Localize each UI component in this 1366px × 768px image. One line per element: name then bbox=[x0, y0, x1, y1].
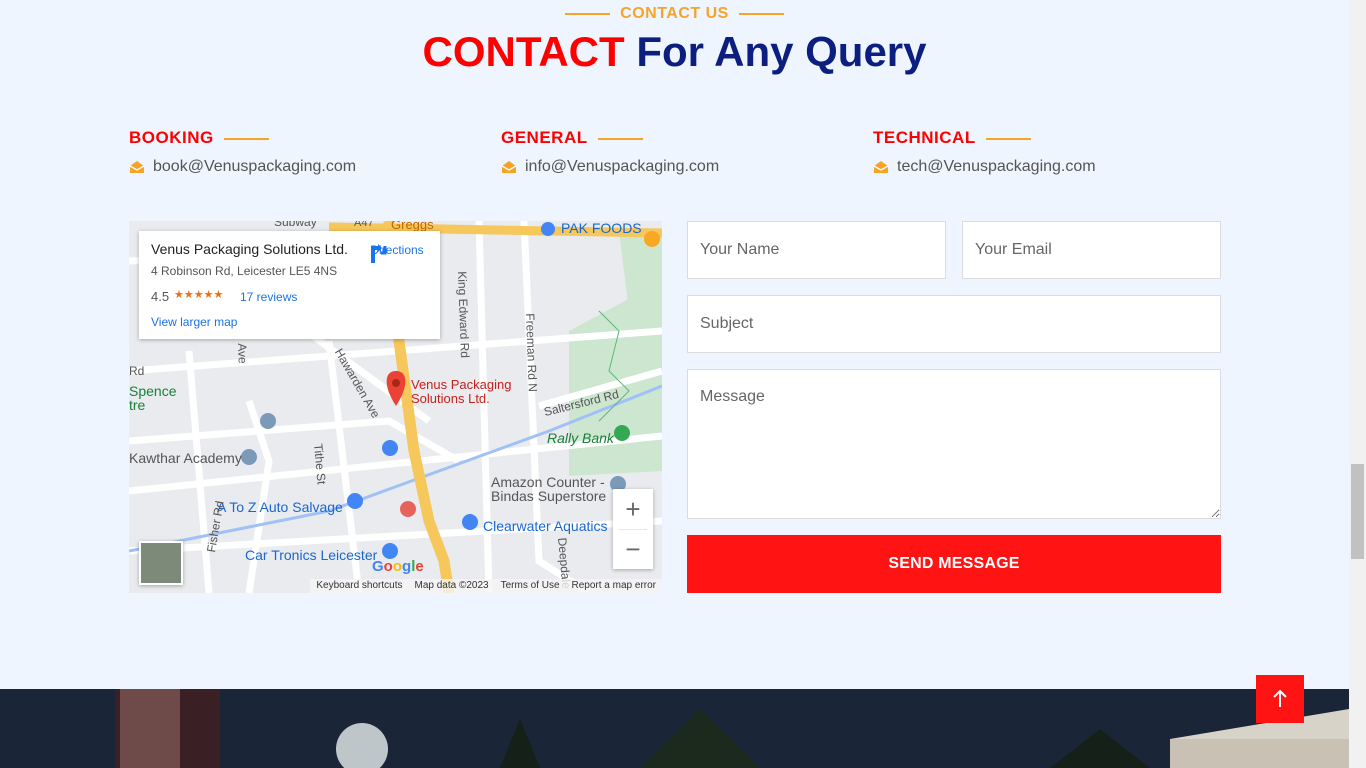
zoom-divider bbox=[619, 529, 647, 530]
place-name: Venus Packaging Solutions Ltd. bbox=[151, 241, 348, 257]
scrollbar-thumb[interactable] bbox=[1351, 464, 1364, 559]
heading-dash bbox=[223, 137, 269, 140]
directions-button[interactable]: Directions bbox=[367, 243, 427, 263]
back-to-top-button[interactable] bbox=[1256, 675, 1304, 723]
view-larger-map-link[interactable]: View larger map bbox=[151, 315, 237, 329]
banner-scene bbox=[0, 689, 1349, 768]
map-label-clearwater: Clearwater Aquatics bbox=[483, 518, 608, 534]
page-scrollbar[interactable] bbox=[1349, 0, 1366, 768]
arrow-up-icon bbox=[1273, 689, 1287, 707]
map-label-rd: Rd bbox=[129, 364, 145, 378]
envelope-open-icon bbox=[129, 161, 145, 173]
send-message-button[interactable]: SEND MESSAGE bbox=[687, 535, 1221, 593]
contact-email[interactable]: info@Venuspackaging.com bbox=[525, 158, 719, 176]
contact-technical: TECHNICAL tech@Venuspackaging.com bbox=[873, 128, 1096, 176]
map-footer: Keyboard shortcuts Map data ©2023 Terms … bbox=[310, 579, 662, 593]
map-place-card: Venus Packaging Solutions Ltd. 4 Robinso… bbox=[139, 231, 440, 339]
map-pin-label-1: Venus Packaging bbox=[411, 377, 512, 392]
email-input[interactable] bbox=[962, 221, 1221, 279]
heading-dash bbox=[597, 137, 643, 140]
report-map-error-link[interactable]: Report a map error bbox=[572, 579, 656, 593]
google-map[interactable]: Subway A47 Greggs PAK FOODS King Edward … bbox=[129, 221, 662, 593]
message-textarea[interactable] bbox=[687, 369, 1221, 519]
contact-heading: TECHNICAL bbox=[873, 128, 976, 147]
map-label-tre: tre bbox=[129, 397, 146, 413]
map-data-text: Map data ©2023 bbox=[414, 580, 489, 591]
map-label-kawthar: Kawthar Academy bbox=[129, 450, 242, 466]
heading-dash bbox=[985, 137, 1031, 140]
eyebrow-text: CONTACT US bbox=[620, 5, 729, 22]
keyboard-shortcuts-link[interactable]: Keyboard shortcuts bbox=[316, 579, 402, 593]
map-label-amazon-2: Bindas Superstore bbox=[491, 488, 607, 504]
eyebrow-line-left bbox=[565, 13, 611, 15]
envelope-open-icon bbox=[873, 161, 889, 173]
satellite-toggle-button[interactable] bbox=[139, 541, 183, 585]
map-label-cartronics: Car Tronics Leicester bbox=[245, 547, 378, 563]
contact-heading: BOOKING bbox=[129, 128, 214, 147]
section-eyebrow: CONTACT US bbox=[0, 5, 1349, 23]
google-logo: Google bbox=[372, 558, 424, 575]
envelope-open-icon bbox=[501, 161, 517, 173]
terms-of-use-link[interactable]: Terms of Use bbox=[501, 579, 560, 593]
map-label-freeman: Freeman Rd N bbox=[523, 313, 540, 393]
contact-email[interactable]: tech@Venuspackaging.com bbox=[897, 158, 1096, 176]
map-label-king-edward: King Edward Rd bbox=[455, 271, 473, 359]
map-label-pak-foods: PAK FOODS bbox=[561, 221, 642, 236]
name-input[interactable] bbox=[687, 221, 946, 279]
map-zoom-control: + − bbox=[613, 489, 653, 569]
footer-banner-image bbox=[0, 689, 1349, 768]
map-label-atoz: A To Z Auto Salvage bbox=[217, 499, 343, 515]
contact-booking: BOOKING book@Venuspackaging.com bbox=[129, 128, 356, 176]
map-pin-label-2: Solutions Ltd. bbox=[411, 391, 490, 406]
zoom-in-button[interactable]: + bbox=[613, 489, 653, 529]
map-label-subway: Subway bbox=[274, 221, 317, 229]
contact-general: GENERAL info@Venuspackaging.com bbox=[501, 128, 719, 176]
contact-heading: GENERAL bbox=[501, 128, 588, 147]
map-label-a47: A47 bbox=[354, 221, 374, 229]
place-rating: 4.5 bbox=[151, 289, 170, 304]
map-label-ave: Ave bbox=[235, 343, 250, 364]
zoom-out-button[interactable]: − bbox=[613, 529, 653, 569]
map-label-rally-bank: Rally Bank bbox=[547, 430, 614, 446]
title-rest: For Any Query bbox=[636, 28, 927, 75]
section-title: CONTACT For Any Query bbox=[0, 28, 1349, 76]
eyebrow-line-right bbox=[738, 13, 784, 15]
directions-icon bbox=[371, 244, 387, 263]
subject-input[interactable] bbox=[687, 295, 1221, 353]
place-address: 4 Robinson Rd, Leicester LE5 4NS bbox=[151, 264, 338, 278]
reviews-link[interactable]: 17 reviews bbox=[240, 290, 297, 304]
rating-stars-icon: ★★★★★ bbox=[174, 289, 224, 301]
title-highlight: CONTACT bbox=[422, 28, 625, 75]
contact-email[interactable]: book@Venuspackaging.com bbox=[153, 158, 356, 176]
